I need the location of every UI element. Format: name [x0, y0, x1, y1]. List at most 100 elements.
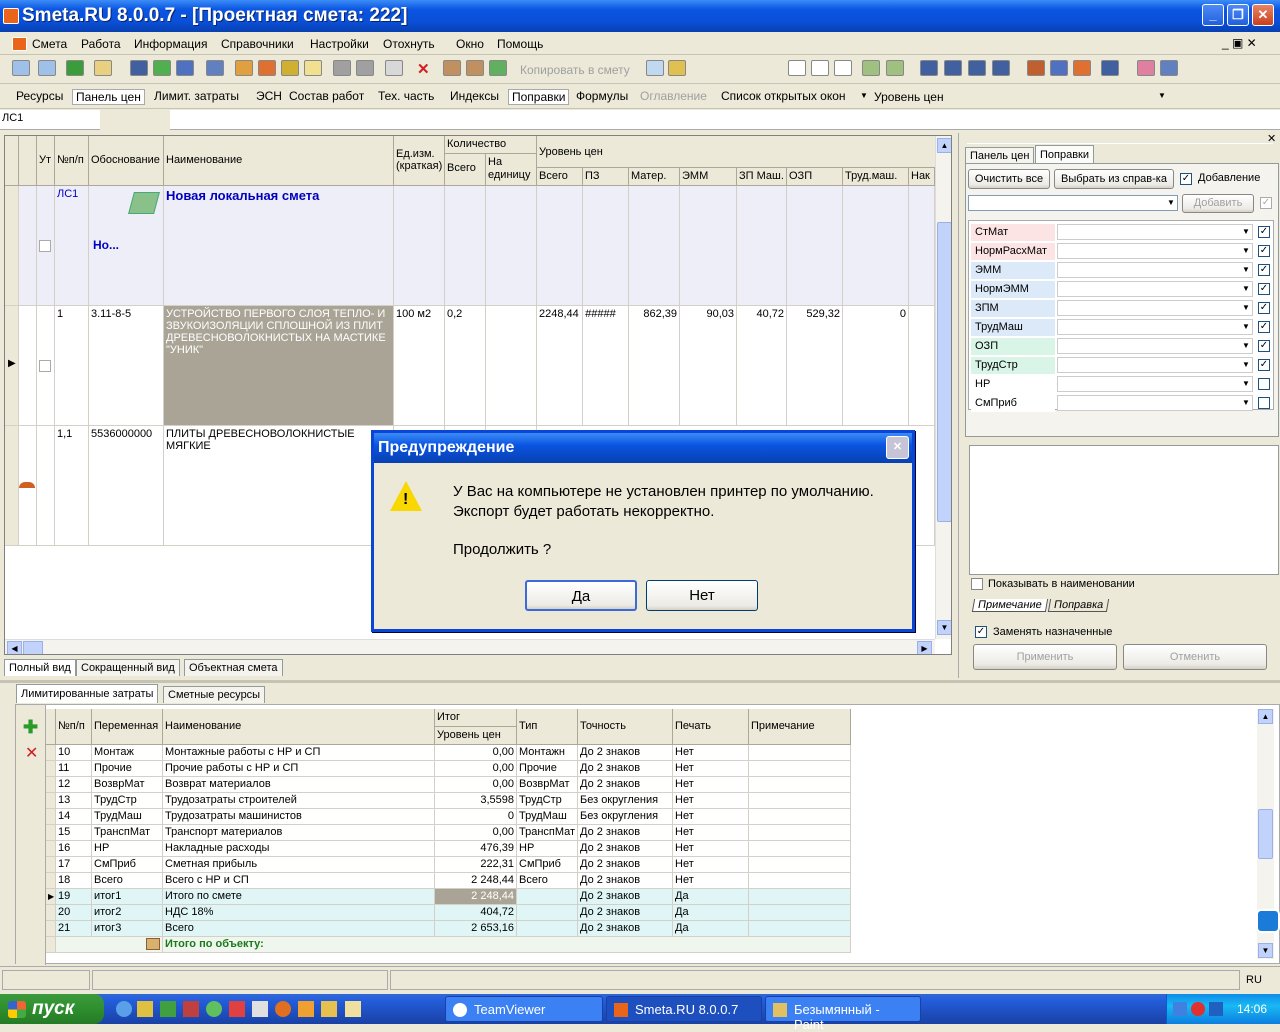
cell-precision[interactable]: До 2 знаков	[578, 857, 673, 873]
tool8-icon[interactable]	[466, 60, 484, 76]
group-checkbox[interactable]	[39, 240, 51, 252]
teamviewer-icon[interactable]	[1256, 909, 1280, 933]
cell-ozp[interactable]: 529,32	[787, 306, 843, 426]
h-scroll-thumb[interactable]	[23, 641, 43, 654]
cell-num[interactable]: 13	[56, 793, 92, 809]
cell-var[interactable]: СмПриб	[92, 857, 163, 873]
correction-value-select[interactable]: ▼	[1057, 376, 1253, 392]
cell-num[interactable]: 14	[56, 809, 92, 825]
limits-col-name[interactable]: Наименование	[163, 709, 435, 745]
scroll-thumb[interactable]	[937, 222, 951, 522]
cell-note[interactable]	[749, 761, 851, 777]
correction-select[interactable]: ▼	[968, 195, 1178, 211]
tab-limited-costs[interactable]: Лимитированные затраты	[16, 684, 159, 703]
chevron-down-icon[interactable]: ▼	[860, 91, 868, 100]
cell-print[interactable]: Да	[673, 921, 749, 937]
group-title[interactable]: Новая локальная смета	[164, 186, 394, 306]
col-header-zpm[interactable]: ЗП Маш.	[737, 168, 787, 186]
panel-tech[interactable]: Тех. часть	[378, 89, 434, 103]
correction-checkbox[interactable]: ✓	[1258, 359, 1270, 371]
cell-precision[interactable]: До 2 знаков	[578, 745, 673, 761]
table-row[interactable]: 21 итог3 Всего 2 653,16 До 2 знаков Да	[46, 921, 851, 937]
limits-col-var[interactable]: Переменная	[92, 709, 163, 745]
correction-item[interactable]: СмПриб ▼	[969, 394, 1273, 413]
cell-itog[interactable]: 0,00	[435, 761, 517, 777]
col-header-trudm[interactable]: Труд.маш.	[843, 168, 909, 186]
tool1-icon[interactable]	[235, 60, 253, 76]
col-header-ozp[interactable]: ОЗП	[787, 168, 843, 186]
undo-icon[interactable]	[176, 60, 194, 76]
panel-works[interactable]: Состав работ	[289, 89, 364, 103]
start-button[interactable]: пуск	[0, 994, 104, 1024]
panel-limits[interactable]: Лимит. затраты	[154, 89, 239, 103]
indent3-icon[interactable]	[968, 60, 986, 76]
cell-var[interactable]: ТранспМат	[92, 825, 163, 841]
table-row[interactable]: ▶ 19 итог1 Итого по смете 2 248,44 До 2 знако…	[46, 889, 851, 905]
cell-print[interactable]: Нет	[673, 793, 749, 809]
clear-all-button[interactable]: Очистить все	[968, 169, 1050, 189]
cell-var[interactable]: итог3	[92, 921, 163, 937]
cell-note[interactable]	[749, 825, 851, 841]
delete-row-icon[interactable]: ✕	[25, 743, 38, 763]
cell-print[interactable]: Нет	[673, 809, 749, 825]
cell-itog[interactable]: 222,31	[435, 857, 517, 873]
cell-precision[interactable]: До 2 знаков	[578, 873, 673, 889]
cell-num[interactable]: 11	[56, 761, 92, 777]
note-area[interactable]	[969, 445, 1279, 575]
tool9-icon[interactable]	[489, 60, 507, 76]
cell-name[interactable]: Всего с НР и СП	[163, 873, 435, 889]
tool11-icon[interactable]	[668, 60, 686, 76]
cell-note[interactable]	[749, 809, 851, 825]
cell-num[interactable]: 1	[55, 306, 89, 426]
col-header-num[interactable]: №п/п	[55, 136, 89, 186]
cell-basis[interactable]: 5536000000	[89, 426, 164, 546]
cell-basis[interactable]: 3.11-8-5	[89, 306, 164, 426]
panel-corrections[interactable]: Поправки	[508, 89, 570, 105]
tool14-icon[interactable]	[1027, 60, 1045, 76]
quicklaunch-icon[interactable]	[160, 1001, 176, 1017]
network-icon[interactable]	[1173, 1002, 1187, 1016]
refresh-icon[interactable]	[153, 60, 171, 76]
col-header-nak[interactable]: Нак	[909, 168, 935, 186]
cell-type[interactable]: Монтажн	[517, 745, 578, 761]
panel-open-windows[interactable]: Список открытых окон	[721, 89, 846, 103]
cell-num[interactable]: 15	[56, 825, 92, 841]
folder-icon[interactable]	[321, 1001, 337, 1017]
cell-ut[interactable]	[37, 186, 55, 306]
quicklaunch-icon[interactable]	[183, 1001, 199, 1017]
correction-item[interactable]: ОЗП ▼ ✓	[969, 337, 1273, 356]
task-smeta[interactable]: Smeta.RU 8.0.0.7	[606, 996, 762, 1022]
no-button[interactable]: Нет	[646, 580, 758, 611]
cell-type[interactable]	[517, 921, 578, 937]
indent1-icon[interactable]	[920, 60, 938, 76]
correction-value-select[interactable]: ▼	[1057, 338, 1253, 354]
cell-note[interactable]	[749, 777, 851, 793]
cell-var[interactable]: Монтаж	[92, 745, 163, 761]
correction-checkbox[interactable]	[1258, 397, 1270, 409]
tool7-icon[interactable]	[443, 60, 461, 76]
add-checkbox[interactable]: ✓	[1260, 197, 1272, 209]
choose-from-ref-button[interactable]: Выбрать из справ-ка	[1054, 169, 1174, 189]
cell-precision[interactable]: До 2 знаков	[578, 921, 673, 937]
cell-type[interactable]: СмПриб	[517, 857, 578, 873]
col-header-basis[interactable]: Обоснование	[89, 136, 164, 186]
indent2-icon[interactable]	[944, 60, 962, 76]
add-button[interactable]: Добавить	[1182, 194, 1254, 213]
tool2-icon[interactable]	[258, 60, 276, 76]
scroll-down-icon[interactable]: ▼	[937, 620, 951, 635]
col-header-qty-per[interactable]: На единицу	[486, 154, 537, 186]
cell-precision[interactable]: Без округления	[578, 809, 673, 825]
table-row[interactable]: 14 ТрудМаш Трудозатраты машинистов 0 ТрудМаш…	[46, 809, 851, 825]
cell-name[interactable]: Накладные расходы	[163, 841, 435, 857]
cell-itog[interactable]: 2 248,44	[435, 889, 517, 905]
tray-icon[interactable]	[1209, 1002, 1223, 1016]
limits-col-itog[interactable]: Итог	[435, 709, 517, 727]
correction-value-select[interactable]: ▼	[1057, 357, 1253, 373]
tool13-icon[interactable]	[886, 60, 904, 76]
cell-var[interactable]: НР	[92, 841, 163, 857]
copy-to-smeta-button[interactable]: Копировать в смету	[520, 63, 630, 77]
cell-qty[interactable]: 0,2	[445, 306, 486, 426]
col-header-qty-total[interactable]: Всего	[445, 154, 486, 186]
col-header-qty[interactable]: Количество	[445, 136, 537, 154]
cell-num[interactable]: 19	[56, 889, 92, 905]
